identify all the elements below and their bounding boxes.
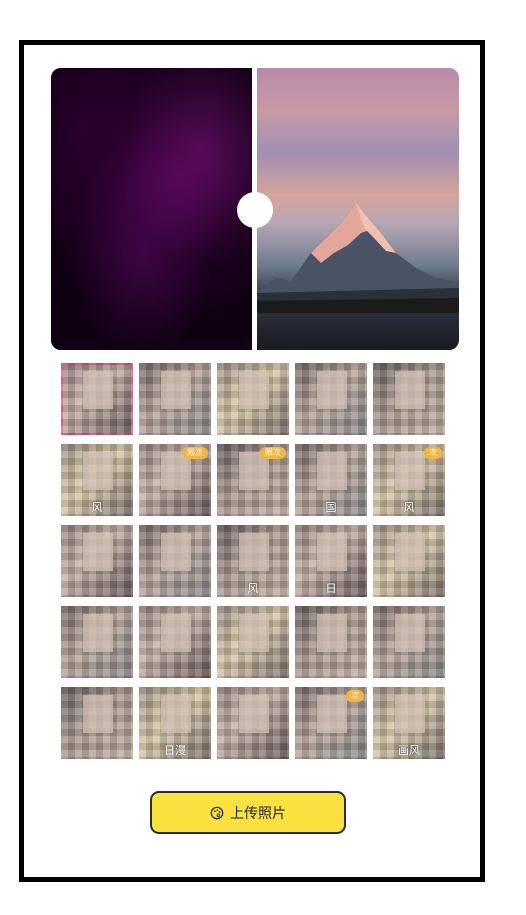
style-label: 风 [403,501,415,514]
style-label: 日 [325,582,337,595]
portrait-face-area [83,533,113,571]
limited-badge: 次 [346,690,364,702]
style-thumbnail[interactable] [61,606,133,678]
style-thumbnail[interactable] [217,687,289,759]
portrait-face-area [395,695,425,733]
app-frame: 风限次 限次国次风风日日漫次画风 上传照片 [19,40,485,882]
portrait-face-area [239,371,269,409]
style-label: 日漫 [164,744,186,757]
compare-slider-handle[interactable] [237,192,273,228]
style-thumbnail[interactable] [217,363,289,435]
style-label: 风 [91,501,103,514]
upload-photo-button[interactable]: 上传照片 [150,791,346,834]
style-thumbnail[interactable]: 国 [295,444,367,516]
portrait-face-area [161,614,191,652]
portrait-face-area [395,533,425,571]
portrait-face-area [317,533,347,571]
portrait-face-area [317,452,347,490]
style-thumbnail[interactable]: 日 [295,525,367,597]
mountain-illustration [256,203,459,313]
limited-badge: 限次 [182,447,208,459]
before-after-comparison[interactable] [51,68,459,350]
style-thumbnail[interactable] [373,363,445,435]
style-thumbnail[interactable]: 限次 [139,444,211,516]
portrait-face-area [239,695,269,733]
style-thumbnail[interactable]: 风 [61,444,133,516]
portrait-face-area [239,533,269,571]
style-thumbnail[interactable]: 次风 [373,444,445,516]
portrait-face-area [317,614,347,652]
style-label: 国 [325,501,337,514]
portrait-face-area [317,371,347,409]
limited-badge: 限次 [260,447,286,459]
style-thumbnail[interactable]: 次 [295,687,367,759]
after-image [256,68,459,350]
style-thumbnail[interactable] [295,606,367,678]
portrait-face-area [83,614,113,652]
portrait-face-area [161,695,191,733]
style-thumbnail[interactable] [139,525,211,597]
style-thumbnail[interactable] [61,363,133,435]
style-thumbnail[interactable] [139,363,211,435]
portrait-face-area [395,452,425,490]
style-thumbnail[interactable]: 日漫 [139,687,211,759]
portrait-face-area [161,533,191,571]
upload-photo-label: 上传照片 [230,805,286,822]
portrait-face-area [239,614,269,652]
style-thumbnail[interactable] [217,606,289,678]
style-thumbnail[interactable] [373,606,445,678]
style-thumbnail[interactable] [61,525,133,597]
portrait-face-area [395,371,425,409]
style-label: 风 [247,582,259,595]
portrait-face-area [83,371,113,409]
style-thumbnail[interactable] [61,687,133,759]
style-thumbnail[interactable] [373,525,445,597]
style-label: 画风 [398,744,420,757]
before-image [51,68,254,350]
portrait-face-area [395,614,425,652]
palette-icon [210,806,224,820]
style-thumbnail[interactable]: 画风 [373,687,445,759]
portrait-face-area [83,452,113,490]
portrait-face-area [83,695,113,733]
style-thumbnail[interactable]: 限次 [217,444,289,516]
portrait-face-area [161,371,191,409]
style-thumbnail[interactable] [139,606,211,678]
style-thumbnail[interactable]: 风 [217,525,289,597]
limited-badge: 次 [424,447,442,459]
portrait-face-area [317,695,347,733]
style-thumbnail[interactable] [295,363,367,435]
style-grid: 风限次 限次国次风风日日漫次画风 [61,363,445,759]
